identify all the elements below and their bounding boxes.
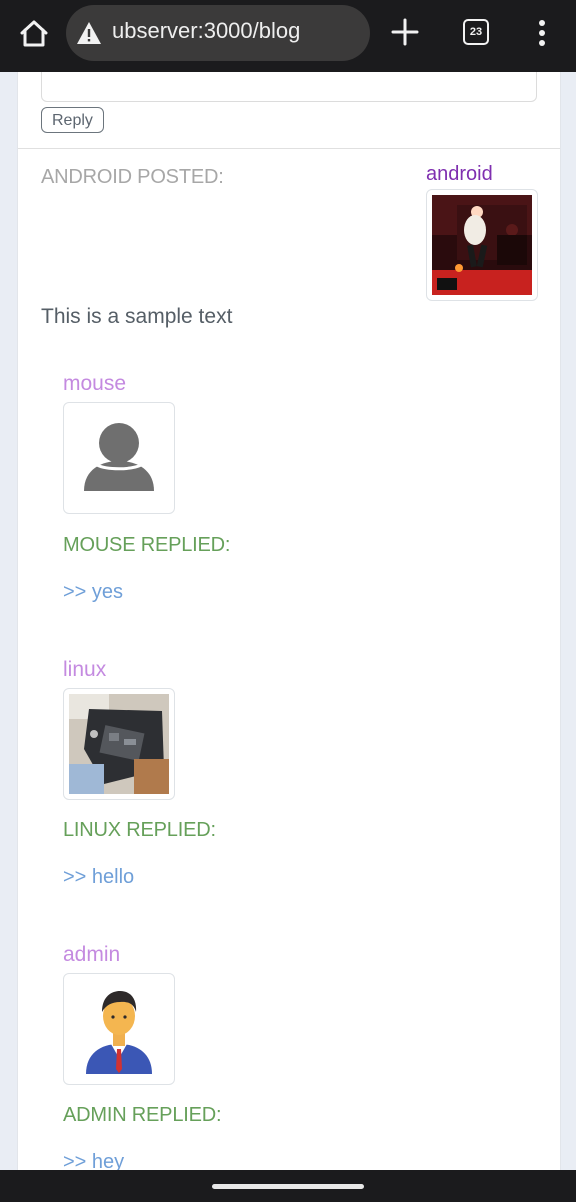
home-icon[interactable] — [14, 14, 54, 54]
address-bar[interactable]: ubserver:3000/blog — [66, 5, 370, 61]
post-divider — [18, 148, 560, 149]
post-author-avatar — [426, 189, 538, 301]
reply-replied-label: LINUX REPLIED: — [63, 819, 216, 841]
post-author-name[interactable]: android — [426, 163, 493, 186]
reply-replied-label: ADMIN REPLIED: — [63, 1104, 222, 1126]
browser-toolbar: ubserver:3000/blog 23 — [0, 0, 576, 72]
reply-username[interactable]: linux — [63, 658, 106, 682]
businessman-avatar — [63, 973, 175, 1085]
default-person-icon — [63, 402, 175, 514]
tabs-icon[interactable]: 23 — [463, 19, 489, 45]
reply-username[interactable]: admin — [63, 943, 120, 967]
post-posted-label: ANDROID POSTED: — [41, 166, 224, 188]
blog-content: Reply ANDROID POSTED: android This is a … — [17, 72, 561, 1170]
post-body-text: This is a sample text — [41, 305, 233, 328]
more-vert-icon[interactable] — [530, 16, 554, 50]
reply-button[interactable]: Reply — [41, 107, 104, 133]
reply-replied-label: MOUSE REPLIED: — [63, 534, 231, 556]
reply-text: >> hey — [63, 1151, 125, 1170]
system-nav-bar — [0, 1170, 576, 1202]
not-secure-warning-icon[interactable] — [76, 21, 102, 45]
reply-username[interactable]: mouse — [63, 372, 126, 396]
url-text[interactable]: ubserver:3000/blog — [112, 18, 300, 44]
plus-icon[interactable] — [388, 15, 422, 49]
reply-text: >> hello — [63, 866, 135, 888]
reply-textarea[interactable] — [41, 72, 537, 102]
laptop-photo — [63, 688, 175, 800]
gesture-handle[interactable] — [212, 1184, 364, 1189]
reply-text: >> yes — [63, 581, 124, 603]
